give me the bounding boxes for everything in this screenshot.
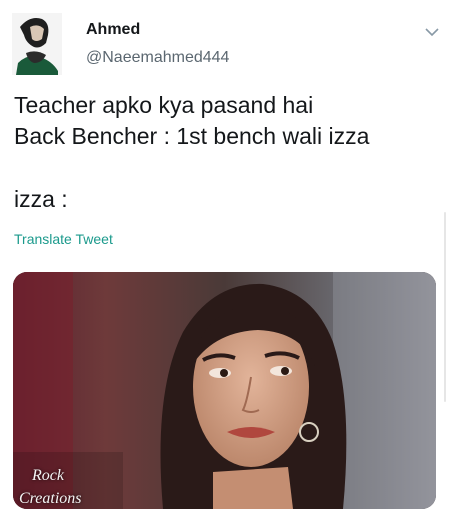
avatar[interactable] — [12, 13, 62, 75]
author-handle[interactable]: @Naeemahmed444 — [86, 49, 229, 67]
tweet-text-line-2: Back Bencher : 1st bench wali izza — [14, 123, 370, 149]
scrollbar[interactable] — [444, 212, 446, 402]
watermark-line-2: Creations — [19, 490, 82, 507]
author-name[interactable]: Ahmed — [86, 21, 140, 39]
watermark-line-1: Rock — [32, 467, 64, 484]
tweet-media-image[interactable]: Rock Creations — [13, 272, 436, 509]
chevron-down-icon[interactable] — [424, 25, 440, 37]
translate-tweet-link[interactable]: Translate Tweet — [14, 231, 113, 247]
tweet-text-line-3: izza : — [14, 186, 68, 212]
tweet-text-line-1: Teacher apko kya pasand hai — [14, 92, 314, 118]
media-photo — [13, 272, 436, 509]
avatar-image — [12, 13, 62, 75]
